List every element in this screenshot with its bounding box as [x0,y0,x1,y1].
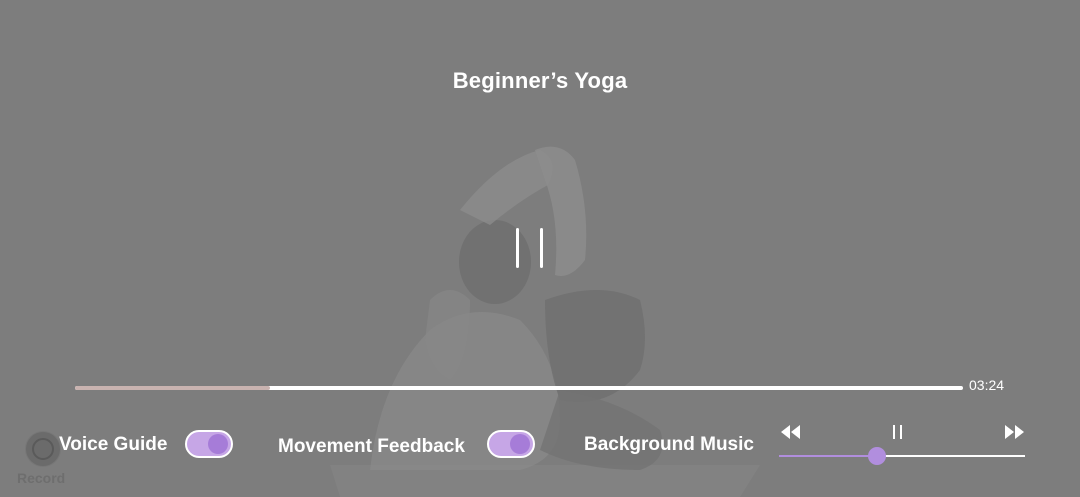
record-icon [26,432,60,466]
rewind-icon[interactable] [780,424,802,440]
toggle-knob [510,434,530,454]
voice-guide-toggle[interactable] [185,430,233,458]
movement-feedback-label: Movement Feedback [278,436,465,457]
video-title: Beginner’s Yoga [452,68,628,93]
video-progress-bar[interactable] [75,386,963,391]
progress-fill [75,386,271,390]
pause-icon[interactable] [514,228,546,270]
toggle-knob [208,434,228,454]
background-music-label: Background Music [584,434,754,455]
voice-guide-label: Voice Guide [59,434,168,455]
music-volume-slider[interactable] [779,447,1025,465]
time-remaining: 03:24 [969,377,1005,393]
movement-feedback-toggle[interactable] [487,430,535,458]
music-pause-icon[interactable] [891,424,905,440]
volume-fill [779,455,878,457]
volume-thumb[interactable] [868,447,887,465]
record-label: Record [17,470,66,486]
fast-forward-icon[interactable] [1003,424,1025,440]
